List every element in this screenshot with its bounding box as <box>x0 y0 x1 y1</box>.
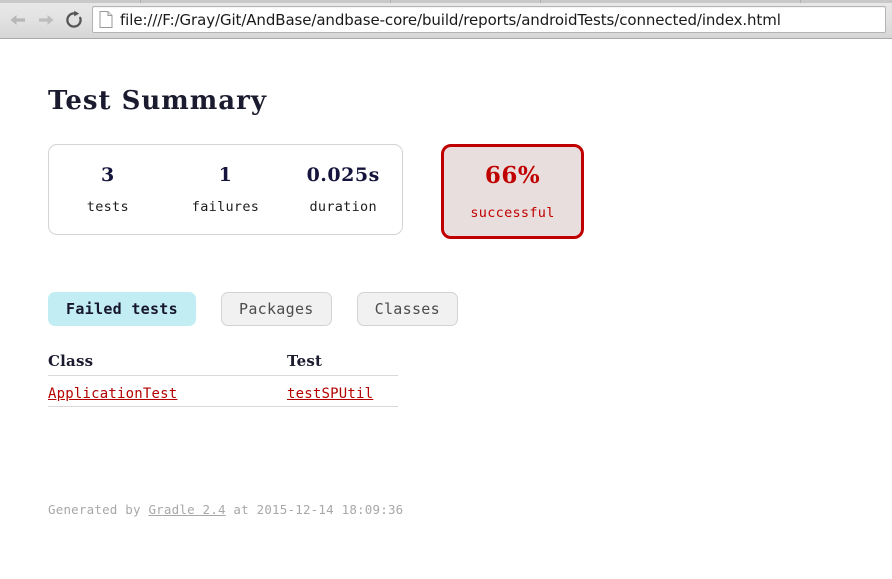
summary-box: 3 tests 1 failures 0.025s duration <box>48 144 403 235</box>
page-title: Test Summary <box>48 86 267 116</box>
success-rate-label: successful <box>470 205 555 221</box>
url-text: file:///F:/Gray/Git/AndBase/andbase-core… <box>120 10 781 29</box>
tests-label: tests <box>86 199 129 215</box>
summary-cell-tests: 3 tests <box>49 145 167 234</box>
tab-bar: Failed tests Packages Classes <box>48 292 458 326</box>
browser-toolbar: file:///F:/Gray/Git/AndBase/andbase-core… <box>0 0 892 39</box>
footer-suffix: at 2015-12-14 18:09:36 <box>225 502 404 517</box>
failures-label: failures <box>191 199 260 215</box>
tab-label: Failed tests <box>66 300 178 318</box>
cell-class: ApplicationTest <box>48 375 287 407</box>
tab-strip-seam <box>540 0 541 3</box>
class-link[interactable]: ApplicationTest <box>48 386 177 402</box>
table-row: ApplicationTest testSPUtil <box>48 375 398 407</box>
cell-test: testSPUtil <box>287 375 398 407</box>
test-link[interactable]: testSPUtil <box>287 386 373 402</box>
tab-classes[interactable]: Classes <box>356 292 458 326</box>
tab-packages[interactable]: Packages <box>220 292 332 326</box>
failures-count: 1 <box>218 164 233 186</box>
tab-failed-tests[interactable]: Failed tests <box>48 292 196 326</box>
tab-label: Packages <box>238 300 314 318</box>
duration-value: 0.025s <box>306 164 380 186</box>
success-rate-value: 66% <box>484 162 541 189</box>
arrow-right-icon <box>36 12 56 28</box>
tab-strip-seam <box>390 0 391 3</box>
arrow-left-icon <box>8 12 28 28</box>
back-button[interactable] <box>5 7 31 33</box>
failed-tests-table: Class Test ApplicationTest testSPUtil <box>48 352 398 407</box>
table-header-row: Class Test <box>48 352 398 376</box>
summary-cell-duration: 0.025s duration <box>284 145 402 234</box>
footer: Generated by Gradle 2.4 at 2015-12-14 18… <box>48 502 403 517</box>
success-rate-box: 66% successful <box>441 144 584 239</box>
column-header-class: Class <box>48 352 287 376</box>
summary-cell-failures: 1 failures <box>167 145 285 234</box>
tab-label: Classes <box>374 300 440 318</box>
column-header-test: Test <box>287 352 398 376</box>
footer-prefix: Generated by <box>48 502 149 517</box>
reload-button[interactable] <box>61 7 87 33</box>
duration-label: duration <box>309 199 377 215</box>
tests-count: 3 <box>100 164 115 186</box>
reload-icon <box>64 10 84 30</box>
tab-strip-seam <box>140 0 141 3</box>
gradle-link[interactable]: Gradle 2.4 <box>148 502 225 517</box>
address-bar[interactable]: file:///F:/Gray/Git/AndBase/andbase-core… <box>92 6 886 33</box>
document-icon <box>99 11 113 28</box>
forward-button[interactable] <box>33 7 59 33</box>
tab-strip-seam <box>800 0 801 3</box>
test-report-page: Test Summary 3 tests 1 failures 0.025s d… <box>0 40 892 579</box>
